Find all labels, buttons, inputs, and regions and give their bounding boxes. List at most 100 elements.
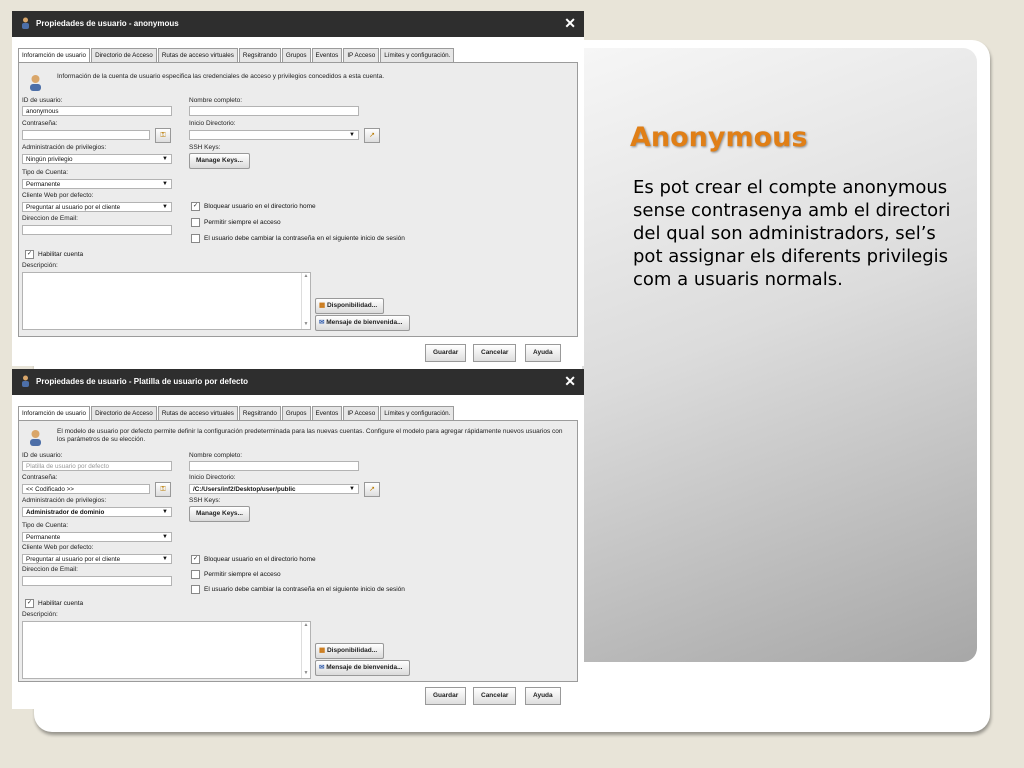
privileges-select[interactable]: Ningún privilegio ▼ — [22, 154, 172, 164]
cancel-button[interactable]: Cancelar — [473, 344, 517, 362]
help-button[interactable]: Ayuda — [525, 344, 561, 362]
lock-home-checkbox[interactable]: ✓ — [191, 202, 200, 211]
manage-keys-button[interactable]: Manage Keys... — [189, 506, 250, 522]
change-password-checkbox[interactable] — [191, 234, 200, 243]
availability-button[interactable]: ▦ Disponibilidad... — [315, 298, 385, 314]
ssh-keys-label: SSH Keys: — [189, 144, 221, 151]
web-client-select[interactable]: Preguntar al usuario por el cliente ▼ — [22, 554, 172, 564]
web-client-label: Cliente Web por defecto: — [22, 544, 94, 551]
close-button[interactable]: ✕ — [564, 15, 576, 32]
always-allow-checkbox[interactable] — [191, 570, 200, 579]
lock-home-label: Bloquear usuario en el directorio home — [204, 556, 316, 563]
close-button[interactable]: ✕ — [564, 373, 576, 390]
home-dir-select[interactable]: ▼ — [189, 130, 359, 140]
enable-account-checkbox-row[interactable]: ✓ Habilitar cuenta — [25, 250, 83, 259]
fullname-field[interactable] — [189, 106, 359, 116]
account-type-select[interactable]: Permanente ▼ — [22, 532, 172, 542]
chevron-down-icon: ▼ — [162, 204, 168, 210]
user-icon — [22, 17, 29, 29]
folder-icon[interactable]: ↗ — [364, 482, 380, 497]
web-client-value: Preguntar al usuario por el cliente — [26, 204, 121, 211]
scrollbar[interactable]: ▲ ▼ — [301, 622, 310, 678]
tab-access-directory[interactable]: Directorio de Acceso — [91, 406, 157, 420]
tab-virtual-paths[interactable]: Rutas de acceso virtuales — [157, 48, 238, 62]
help-button[interactable]: Ayuda — [525, 687, 561, 705]
tab-logging[interactable]: Regsitrando — [238, 48, 281, 62]
welcome-message-button[interactable]: ✉ Mensaje de bienvenida... — [315, 315, 410, 331]
account-type-label: Tipo de Cuenta: — [22, 522, 69, 529]
user-id-field[interactable]: anonymous — [22, 106, 172, 116]
always-allow-checkbox-row[interactable]: Permitir siempre el acceso — [191, 570, 281, 579]
key-icon[interactable]: ⚿ — [155, 482, 171, 497]
welcome-message-label: Mensaje de bienvenida... — [326, 319, 403, 326]
key-icon[interactable]: ⚿ — [155, 128, 171, 143]
lock-home-checkbox-row[interactable]: ✓ Bloquear usuario en el directorio home — [191, 555, 316, 564]
dialog-title: Propiedades de usuario - Platilla de usu… — [36, 377, 249, 386]
change-password-checkbox[interactable] — [191, 585, 200, 594]
enable-account-checkbox-row[interactable]: ✓ Habilitar cuenta — [25, 599, 83, 608]
account-type-value: Permanente — [26, 534, 61, 541]
folder-icon[interactable]: ↗ — [364, 128, 380, 143]
email-field[interactable] — [22, 576, 172, 586]
user-properties-dialog-template: Propiedades de usuario - Platilla de usu… — [12, 369, 584, 709]
dialog-titlebar: Propiedades de usuario - anonymous ✕ — [12, 11, 584, 37]
description-textarea[interactable]: ▲ ▼ — [22, 272, 311, 330]
availability-button[interactable]: ▦ Disponibilidad... — [315, 643, 385, 659]
account-type-select[interactable]: Permanente ▼ — [22, 179, 172, 189]
user-id-field[interactable]: Platilla de usuario por defecto — [22, 461, 172, 471]
lock-home-checkbox-row[interactable]: ✓ Bloquear usuario en el directorio home — [191, 202, 316, 211]
privileges-select[interactable]: Administrador de dominio ▼ — [22, 507, 172, 517]
email-field[interactable] — [22, 225, 172, 235]
tab-logging[interactable]: Regsitrando — [238, 406, 281, 420]
save-button[interactable]: Guardar — [425, 344, 467, 362]
description-label: Descripción: — [22, 262, 58, 269]
availability-label: Disponibilidad... — [326, 647, 378, 654]
always-allow-label: Permitir siempre el acceso — [204, 571, 281, 578]
tab-groups[interactable]: Grupos — [281, 48, 311, 62]
web-client-select[interactable]: Preguntar al usuario por el cliente ▼ — [22, 202, 172, 212]
enable-account-checkbox[interactable]: ✓ — [25, 250, 34, 259]
save-button[interactable]: Guardar — [425, 687, 467, 705]
enable-account-checkbox[interactable]: ✓ — [25, 599, 34, 608]
manage-keys-button[interactable]: Manage Keys... — [189, 153, 250, 169]
tab-access-directory[interactable]: Directorio de Acceso — [91, 48, 157, 62]
tab-user-info[interactable]: Inforamción de usuario — [18, 48, 91, 63]
cancel-button[interactable]: Cancelar — [473, 687, 517, 705]
password-label: Contraseña: — [22, 474, 58, 481]
welcome-message-label: Mensaje de bienvenida... — [326, 664, 403, 671]
chevron-down-icon: ▼ — [349, 132, 355, 138]
enable-account-label: Habilitar cuenta — [38, 251, 84, 258]
password-field[interactable]: << Codificado >> — [22, 484, 150, 494]
tab-virtual-paths[interactable]: Rutas de acceso virtuales — [157, 406, 238, 420]
tab-limits[interactable]: Límites y configuración. — [380, 406, 455, 420]
fullname-field[interactable] — [189, 461, 359, 471]
chevron-down-icon: ▼ — [162, 156, 168, 162]
scrollbar[interactable]: ▲ ▼ — [301, 273, 310, 329]
tab-user-info[interactable]: Inforamción de usuario — [18, 406, 91, 421]
tab-groups[interactable]: Grupos — [281, 406, 311, 420]
user-icon — [22, 375, 29, 387]
slide-body-text: Es pot crear el compte anonymous sense c… — [633, 177, 951, 290]
password-field[interactable] — [22, 130, 150, 140]
change-password-checkbox-row[interactable]: El usuario debe cambiar la contraseña en… — [191, 234, 405, 243]
account-type-label: Tipo de Cuenta: — [22, 169, 69, 176]
tab-bar: Inforamción de usuario Directorio de Acc… — [18, 48, 455, 63]
info-text: Información de la cuenta de usuario espe… — [57, 73, 384, 80]
lock-home-checkbox[interactable]: ✓ — [191, 555, 200, 564]
always-allow-checkbox-row[interactable]: Permitir siempre el acceso — [191, 218, 281, 227]
description-textarea[interactable]: ▲ ▼ — [22, 621, 311, 679]
web-client-label: Cliente Web por defecto: — [22, 192, 94, 199]
tab-events[interactable]: Eventos — [311, 406, 343, 420]
always-allow-checkbox[interactable] — [191, 218, 200, 227]
tab-ip-access[interactable]: IP Acceso — [343, 48, 380, 62]
tab-ip-access[interactable]: IP Acceso — [343, 406, 380, 420]
dialog-titlebar: Propiedades de usuario - Platilla de usu… — [12, 369, 584, 395]
tab-events[interactable]: Eventos — [311, 48, 343, 62]
home-dir-select[interactable]: /C:/Users/inf2/Desktop/user/public ▼ — [189, 484, 359, 494]
chevron-down-icon: ▼ — [162, 556, 168, 562]
welcome-message-button[interactable]: ✉ Mensaje de bienvenida... — [315, 660, 410, 676]
tab-limits[interactable]: Límites y configuración. — [380, 48, 455, 62]
account-type-value: Permanente — [26, 181, 61, 188]
change-password-checkbox-row[interactable]: El usuario debe cambiar la contraseña en… — [191, 585, 405, 594]
home-dir-label: Inicio Directorio: — [189, 474, 236, 481]
